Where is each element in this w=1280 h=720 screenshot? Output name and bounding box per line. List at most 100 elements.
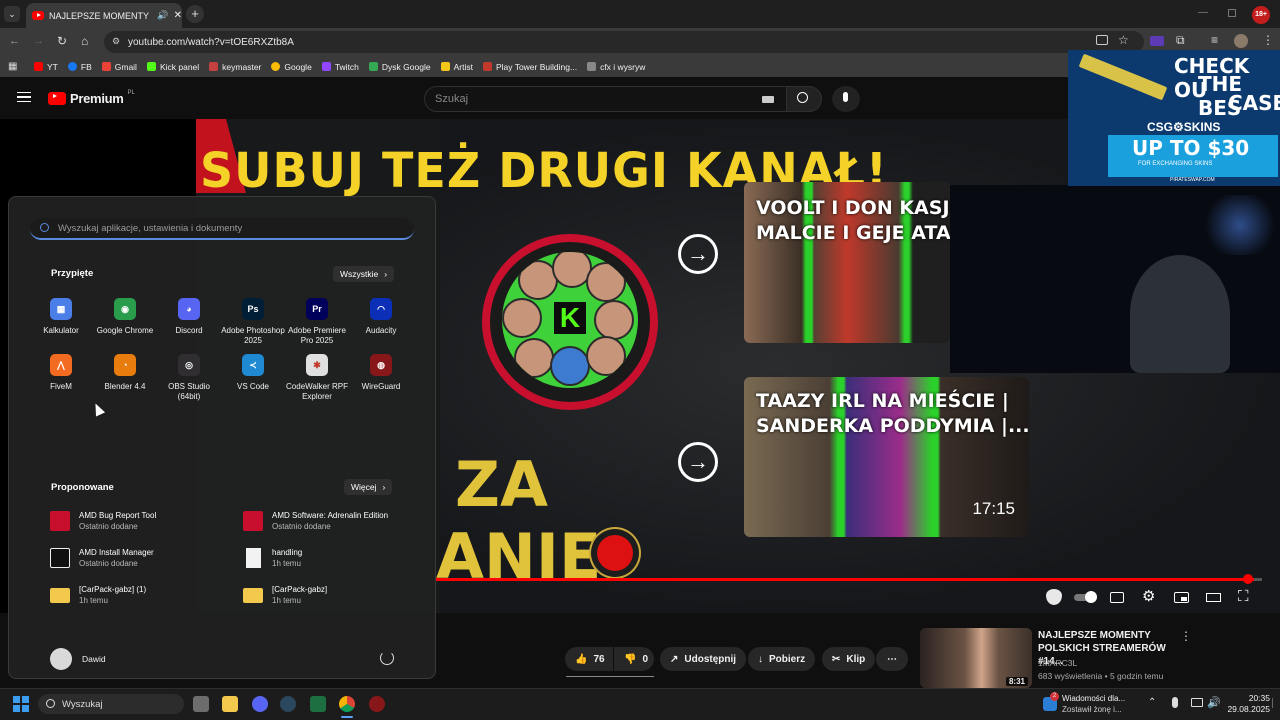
volume-icon[interactable]: 🔊: [1207, 696, 1221, 709]
install-app-icon[interactable]: [1096, 35, 1108, 45]
pinned-app[interactable]: ◕ Discord: [156, 298, 222, 336]
download-button[interactable]: ↓ Pobierz: [748, 647, 816, 671]
back-icon[interactable]: ←: [9, 35, 20, 47]
chrome-taskbar-icon[interactable]: [339, 696, 355, 712]
system-clock[interactable]: 20:35 29.08.2025: [1222, 693, 1270, 715]
task-view-icon[interactable]: [193, 696, 209, 712]
all-apps-button[interactable]: Wszystkie ›: [333, 266, 395, 282]
taskbar-search[interactable]: Wyszukaj: [38, 694, 184, 714]
recommended-item[interactable]: handling 1h temu: [243, 547, 302, 569]
bookmark-gmail[interactable]: Gmail: [101, 62, 137, 72]
apps-grid-icon[interactable]: ▦: [8, 61, 17, 72]
network-icon[interactable]: [1191, 698, 1203, 707]
sponsorblock-icon[interactable]: [1046, 589, 1064, 605]
bookmark-star-icon[interactable]: ☆: [1118, 33, 1129, 47]
bookmark-kick-panel[interactable]: Kick panel: [146, 62, 199, 72]
start-search-input[interactable]: Wyszukaj aplikacje, ustawienia i dokumen…: [30, 218, 414, 240]
speaker-icon[interactable]: 🔊: [157, 10, 168, 21]
autoplay-toggle[interactable]: [1074, 589, 1097, 605]
windows-start-icon[interactable]: [13, 696, 29, 712]
search-button[interactable]: [786, 86, 822, 112]
bookmark-artist[interactable]: Artist: [440, 62, 473, 72]
recommended-item[interactable]: [CarPack-gabz] 1h temu: [243, 584, 327, 606]
fullscreen-icon[interactable]: ⛶: [1238, 589, 1256, 605]
pinned-app[interactable]: Ps Adobe Photoshop 2025: [220, 298, 286, 346]
tab-close-icon[interactable]: ✕: [174, 10, 182, 21]
more-actions-button[interactable]: ⋯: [876, 647, 908, 671]
excel-taskbar-icon[interactable]: [310, 696, 326, 712]
clip-button[interactable]: ✂ Klip: [822, 647, 876, 671]
new-tab-button[interactable]: +: [186, 5, 204, 23]
discord-taskbar-icon[interactable]: [252, 696, 268, 712]
site-info-icon[interactable]: ⚙: [112, 36, 120, 47]
miniplayer-icon[interactable]: [1174, 589, 1192, 605]
extension-icon[interactable]: [1150, 36, 1164, 46]
progress-scrubber[interactable]: [1243, 574, 1253, 584]
pinned-app[interactable]: Pr Adobe Premiere Pro 2025: [284, 298, 350, 346]
user-account[interactable]: Dawid: [50, 648, 106, 670]
bookmark-play-tower[interactable]: Play Tower Building...: [482, 62, 577, 72]
subtitles-icon[interactable]: [1110, 589, 1128, 605]
recommended-video-thumbnail[interactable]: 8:31: [920, 628, 1032, 688]
hamburger-menu-icon[interactable]: [17, 92, 31, 102]
bookmark-twitch[interactable]: Twitch: [321, 62, 359, 72]
recommended-channel[interactable]: 1MARC3L: [1038, 657, 1163, 670]
recommended-item[interactable]: AMD Install Manager Ostatnio dodane: [50, 547, 154, 569]
bookmark-cfx[interactable]: cfx i wysryw: [587, 62, 645, 72]
pinned-app[interactable]: ◔ Blender 4.4: [92, 354, 158, 392]
microphone-icon[interactable]: [1172, 697, 1178, 708]
address-bar[interactable]: ⚙ youtube.com/watch?v=tOE6RXZtb8A: [104, 31, 1144, 53]
steam-taskbar-icon[interactable]: [280, 696, 296, 712]
pinned-app[interactable]: ▦ Kalkulator: [28, 298, 94, 336]
minimize-icon[interactable]: —: [1198, 7, 1210, 19]
subscribe-button-graphic[interactable]: [597, 535, 633, 571]
endscreen-video-1[interactable]: VOOLT I DON KASJO MALCIE I GEJE ATAK: [744, 182, 950, 343]
pinned-app[interactable]: ≺ VS Code: [220, 354, 286, 392]
bookmark-keymaster[interactable]: keymaster: [209, 62, 261, 72]
pinned-app[interactable]: ◠ Audacity: [348, 298, 414, 336]
like-button[interactable]: 👍 76: [565, 647, 613, 671]
youtube-search-input[interactable]: Szukaj: [424, 86, 787, 112]
youtube-logo[interactable]: Premium PL: [48, 90, 135, 106]
browser-menu-icon[interactable]: ⋮: [1262, 33, 1274, 47]
extensions-puzzle-icon[interactable]: ⧉: [1176, 33, 1185, 48]
browser-tab-active[interactable]: NAJLEPSZE MOMENTY POL 🔊 ✕: [26, 3, 182, 28]
progress-bar[interactable]: [436, 578, 1254, 581]
recommended-menu-icon[interactable]: ⋮: [1180, 629, 1192, 643]
voice-search-button[interactable]: [832, 86, 860, 112]
endscreen-video-2[interactable]: TAAZY IRL NA MIEŚCIE | SANDERKA PODDYMIA…: [744, 377, 1029, 537]
home-icon[interactable]: ⌂: [81, 34, 88, 48]
power-icon[interactable]: [380, 651, 394, 665]
dislike-button[interactable]: 👎 0: [614, 647, 654, 671]
pinned-app[interactable]: ✱ CodeWalker RPF Explorer: [284, 354, 350, 402]
share-button[interactable]: ↗ Udostępnij: [660, 647, 747, 671]
news-widget[interactable]: Wiadomości dla... Zostawił żonę i...: [1062, 693, 1125, 715]
restore-icon[interactable]: [1228, 9, 1236, 17]
chevron-up-icon[interactable]: ⌃: [1148, 697, 1156, 708]
ad-banner[interactable]: CHECK OU THE BES CASE CSG⚙SKINS UP TO $3…: [1068, 50, 1280, 186]
reload-icon[interactable]: ↻: [57, 34, 67, 48]
notification-center-icon[interactable]: [1272, 698, 1278, 708]
pinned-app[interactable]: ◉ Google Chrome: [92, 298, 158, 336]
media-controls-icon[interactable]: ≡: [1211, 33, 1218, 47]
pinned-app[interactable]: ◍ WireGuard: [348, 354, 414, 392]
settings-gear-icon[interactable]: ⚙: [1142, 589, 1160, 605]
more-recommended-button[interactable]: Więcej ›: [344, 479, 393, 495]
tab-search-button[interactable]: ⌄: [4, 6, 20, 22]
recommended-item[interactable]: [CarPack-gabz] (1) 1h temu: [50, 584, 146, 606]
keyboard-icon[interactable]: [762, 96, 774, 103]
profile-avatar[interactable]: [1234, 34, 1248, 48]
theater-mode-icon[interactable]: [1206, 589, 1224, 605]
pinned-app[interactable]: ◎ OBS Studio (64bit): [156, 354, 222, 402]
bookmark-drive[interactable]: Dysk Google: [368, 62, 431, 72]
profile-badge-icon[interactable]: 18+: [1252, 6, 1270, 24]
bookmark-yt[interactable]: YT: [34, 62, 58, 72]
pinned-app[interactable]: ⋀ FiveM: [28, 354, 94, 392]
recommended-item[interactable]: AMD Software: Adrenalin Edition Ostatnio …: [243, 510, 388, 532]
file-explorer-icon[interactable]: [222, 696, 238, 712]
forward-icon[interactable]: →: [33, 35, 44, 47]
bookmark-google[interactable]: Google: [271, 62, 312, 72]
app-taskbar-icon[interactable]: [369, 696, 385, 712]
recommended-item[interactable]: AMD Bug Report Tool Ostatnio dodane: [50, 510, 156, 532]
bookmark-fb[interactable]: FB: [67, 62, 92, 72]
